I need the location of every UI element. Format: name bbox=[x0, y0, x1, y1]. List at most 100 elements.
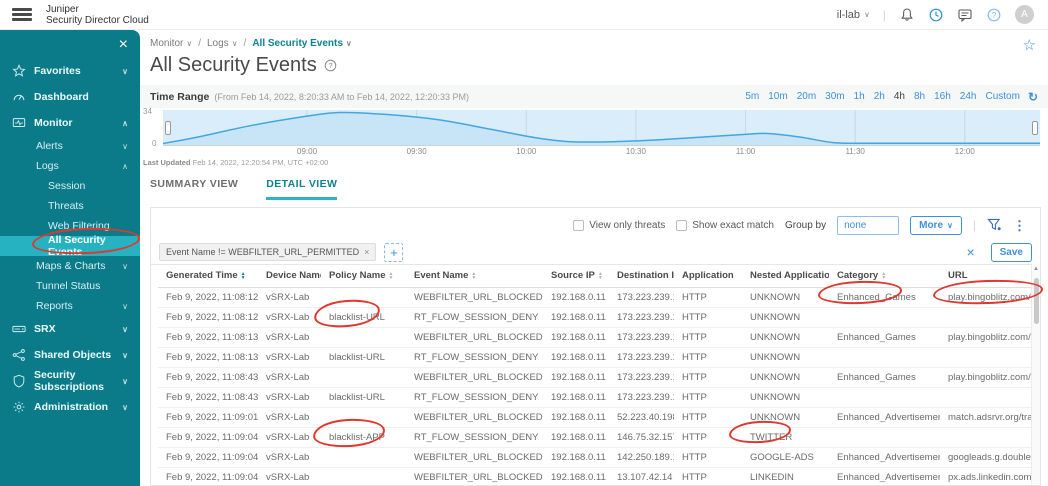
tenant-selector[interactable]: il-lab ∨ bbox=[837, 9, 870, 21]
sort-icon[interactable]: ▲ ▼ bbox=[598, 271, 603, 280]
breadcrumb-item-all-security-events[interactable]: All Security Events ∨ bbox=[252, 38, 351, 49]
kebab-menu-icon[interactable]: ⋮ bbox=[1013, 219, 1026, 232]
chart-x-tick: 10:00 bbox=[516, 147, 537, 156]
sidebar-item-reports[interactable]: Reports ∨ bbox=[0, 296, 140, 316]
sidebar-item-favorites[interactable]: Favorites ∨ bbox=[0, 58, 140, 84]
page-help-icon[interactable]: ? bbox=[324, 59, 337, 72]
sidebar-item-threats[interactable]: Threats bbox=[0, 196, 140, 216]
sidebar-item-monitor[interactable]: Monitor ∧ bbox=[0, 110, 140, 136]
sidebar-item-security-subscriptions[interactable]: Security Subscriptions ∨ bbox=[0, 368, 140, 394]
table-scrollbar[interactable]: ▲ bbox=[1031, 264, 1040, 485]
tab-detail-view[interactable]: DETAIL VIEW bbox=[266, 178, 338, 200]
brush-handle-right[interactable] bbox=[1032, 121, 1038, 135]
quick-range-8h[interactable]: 8h bbox=[914, 91, 925, 102]
column-header-policy-name[interactable]: Policy Name ▲ ▼ bbox=[321, 265, 406, 288]
sidebar-item-shared-objects[interactable]: Shared Objects ∨ bbox=[0, 342, 140, 368]
feedback-icon[interactable] bbox=[957, 7, 973, 23]
help-icon[interactable]: ? bbox=[986, 7, 1002, 23]
group-by-select[interactable]: none bbox=[837, 215, 900, 235]
table-row[interactable]: Feb 9, 2022, 11:09:01 PMvSRX-Lab WEBFILTE… bbox=[158, 407, 1040, 428]
scrollbar-thumb[interactable] bbox=[1034, 278, 1039, 324]
brush-handle-left[interactable] bbox=[165, 121, 171, 135]
add-filter-button[interactable]: + bbox=[384, 242, 404, 262]
sidebar-close-icon[interactable]: × bbox=[119, 36, 128, 54]
sort-icon[interactable]: ▲ ▼ bbox=[881, 271, 886, 280]
quick-range-10m[interactable]: 10m bbox=[768, 91, 787, 102]
column-header-generated-time[interactable]: Generated Time ▲ ▼ bbox=[158, 265, 258, 288]
share-icon bbox=[12, 348, 26, 362]
refresh-icon[interactable]: ↻ bbox=[1028, 90, 1038, 104]
sidebar-item-tunnel-status[interactable]: Tunnel Status bbox=[0, 276, 140, 296]
sort-icon[interactable]: ▲ ▼ bbox=[389, 271, 394, 280]
quick-range-custom[interactable]: Custom bbox=[985, 91, 1019, 102]
checkbox-show-exact-match[interactable]: Show exact match bbox=[676, 219, 774, 231]
sidebar-item-all-security-events[interactable]: All Security Events bbox=[0, 234, 140, 258]
quick-range-4h[interactable]: 4h bbox=[894, 91, 905, 102]
column-header-nested-application[interactable]: Nested Application▲▼ bbox=[742, 265, 829, 288]
sidebar-item-administration[interactable]: Administration ∨ bbox=[0, 394, 140, 420]
sidebar-item-dashboard[interactable]: Dashboard bbox=[0, 84, 140, 110]
table-row[interactable]: Feb 9, 2022, 11:09:04 PMvSRX-Lab WEBFILTE… bbox=[158, 467, 1040, 485]
sort-icon[interactable]: ▲ ▼ bbox=[471, 271, 476, 280]
checkbox-box[interactable] bbox=[676, 219, 688, 231]
column-header-category[interactable]: Category ▲ ▼ bbox=[829, 265, 940, 288]
table-row[interactable]: Feb 9, 2022, 11:08:12 PMvSRX-Labblacklis… bbox=[158, 307, 1040, 328]
column-header-destination-ip[interactable]: Destination IP▲▼ bbox=[609, 265, 674, 288]
cell-event-name: RT_FLOW_SESSION_DENY bbox=[406, 347, 543, 368]
quick-range-20m[interactable]: 20m bbox=[797, 91, 816, 102]
scroll-up-icon[interactable]: ▲ bbox=[1033, 266, 1039, 272]
chevron-down-icon: ∨ bbox=[122, 324, 128, 334]
column-header-event-name[interactable]: Event Name ▲ ▼ bbox=[406, 265, 543, 288]
events-timeline-chart[interactable] bbox=[163, 110, 1040, 146]
sort-icon[interactable]: ▲ ▼ bbox=[241, 271, 246, 280]
sidebar-item-alerts[interactable]: Alerts ∨ bbox=[0, 136, 140, 156]
sidebar-item-srx[interactable]: SRX ∨ bbox=[0, 316, 140, 342]
cell-url: px.ads.linkedin.com/collect?v bbox=[940, 467, 1040, 485]
quick-range-16h[interactable]: 16h bbox=[934, 91, 951, 102]
cell-application: HTTP bbox=[674, 367, 742, 388]
tab-summary-view[interactable]: SUMMARY VIEW bbox=[150, 178, 238, 200]
table-row[interactable]: Feb 9, 2022, 11:08:43 PMvSRX-Labblacklis… bbox=[158, 387, 1040, 408]
quick-range-24h[interactable]: 24h bbox=[960, 91, 977, 102]
sidebar-item-maps-charts[interactable]: Maps & Charts ∨ bbox=[0, 256, 140, 276]
save-button[interactable]: Save bbox=[990, 242, 1032, 262]
notifications-bell-icon[interactable] bbox=[899, 7, 915, 23]
sidebar-item-session[interactable]: Session bbox=[0, 176, 140, 196]
chevron-down-icon: ∨ bbox=[122, 261, 128, 271]
view-tabs: SUMMARY VIEW DETAIL VIEW bbox=[150, 178, 338, 200]
quick-range-5m[interactable]: 5m bbox=[745, 91, 759, 102]
table-row[interactable]: Feb 9, 2022, 11:08:13 PMvSRX-Lab WEBFILTE… bbox=[158, 327, 1040, 348]
column-header-source-ip[interactable]: Source IP ▲ ▼ bbox=[543, 265, 609, 288]
menu-icon[interactable] bbox=[12, 8, 32, 21]
clear-filter-icon[interactable]: × bbox=[966, 244, 974, 260]
table-row[interactable]: Feb 9, 2022, 11:09:04 PMvSRX-Labblacklis… bbox=[158, 427, 1040, 448]
more-button[interactable]: More ∨ bbox=[910, 215, 962, 235]
quick-range-1h[interactable]: 1h bbox=[854, 91, 865, 102]
table-toolbar: View only threats Show exact match Group … bbox=[151, 214, 1026, 236]
table-row[interactable]: Feb 9, 2022, 11:08:13 PMvSRX-Labblacklis… bbox=[158, 347, 1040, 368]
breadcrumb: Monitor ∨ / Logs ∨ / All Security Events ∨ bbox=[150, 38, 352, 49]
checkbox-box[interactable] bbox=[573, 219, 585, 231]
user-avatar[interactable]: A bbox=[1015, 5, 1034, 24]
table-row[interactable]: Feb 9, 2022, 11:09:04 PMvSRX-Lab WEBFILTE… bbox=[158, 447, 1040, 468]
column-header-device-name[interactable]: Device Name▲▼ bbox=[258, 265, 321, 288]
chip-remove-icon[interactable]: × bbox=[364, 247, 369, 257]
last-updated: Last Updated Feb 14, 2022, 12:20:54 PM, … bbox=[143, 158, 328, 167]
favorite-star-icon[interactable]: ☆ bbox=[1023, 36, 1036, 54]
history-clock-icon[interactable] bbox=[928, 7, 944, 23]
table-row[interactable]: Feb 9, 2022, 11:08:43 PMvSRX-Lab WEBFILTE… bbox=[158, 367, 1040, 388]
quick-range-2h[interactable]: 2h bbox=[874, 91, 885, 102]
cell-generated-time: Feb 9, 2022, 11:08:12 PM bbox=[158, 307, 258, 328]
sidebar-item-logs[interactable]: Logs ∧ bbox=[0, 156, 140, 176]
quick-range-30m[interactable]: 30m bbox=[825, 91, 844, 102]
cell-source-ip: 192.168.0.11 bbox=[543, 347, 609, 368]
checkbox-view-only-threats[interactable]: View only threats bbox=[573, 219, 665, 231]
breadcrumb-item-monitor[interactable]: Monitor ∨ bbox=[150, 38, 192, 49]
filter-funnel-icon[interactable] bbox=[987, 218, 1002, 232]
sidebar-item-web-filtering[interactable]: Web Filtering bbox=[0, 216, 140, 236]
cell-source-ip: 192.168.0.11 bbox=[543, 367, 609, 388]
filter-chip[interactable]: Event Name != WEBFILTER_URL_PERMITTED × bbox=[159, 243, 377, 261]
cell-device-name: vSRX-Lab bbox=[258, 327, 321, 348]
table-row[interactable]: Feb 9, 2022, 11:08:12 PMvSRX-Lab WEBFILTE… bbox=[158, 287, 1040, 308]
breadcrumb-item-logs[interactable]: Logs ∨ bbox=[207, 38, 238, 49]
